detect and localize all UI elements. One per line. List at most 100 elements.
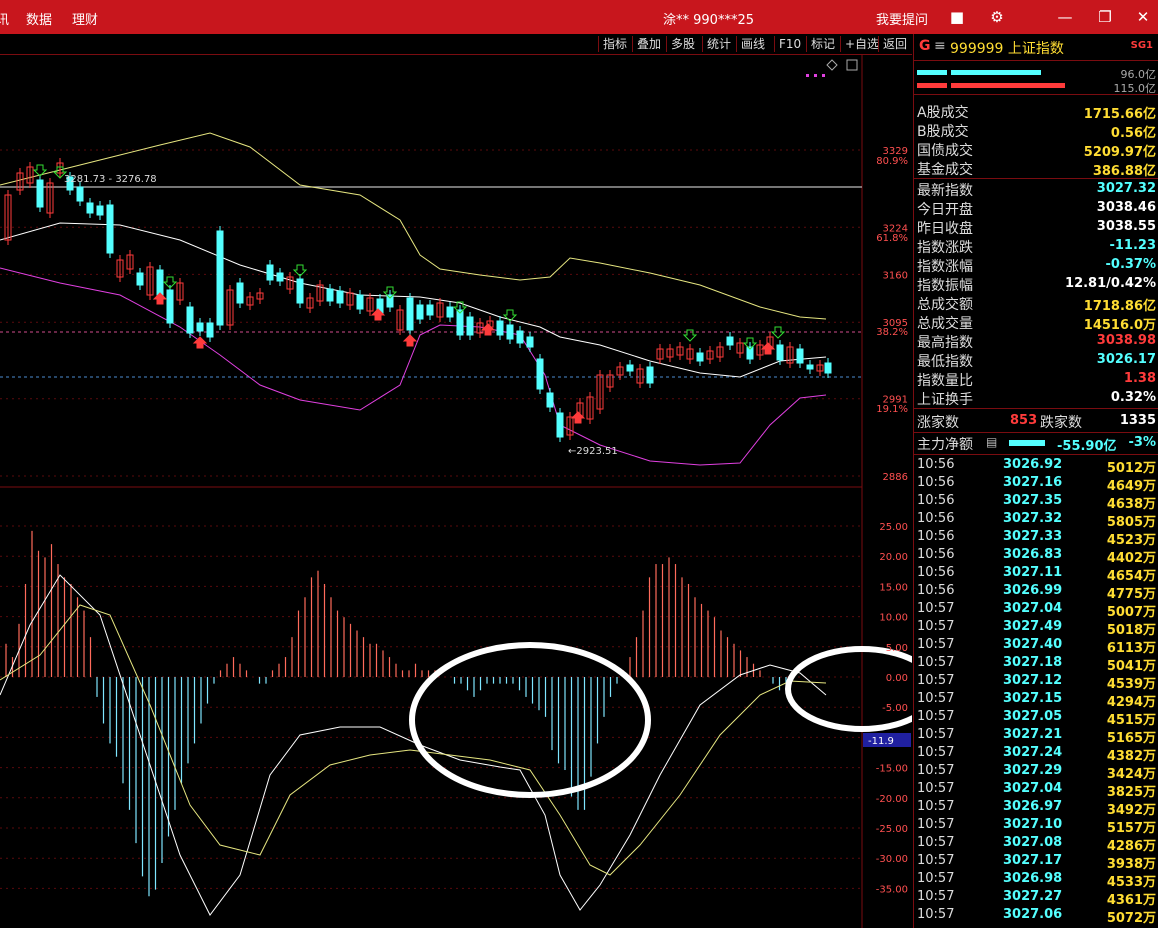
turnover-row-label: 基金成交 xyxy=(917,162,973,178)
tick-time: 10:56 xyxy=(917,583,955,598)
tick-row: 10:57 3027.17 3938万 xyxy=(914,853,1158,872)
tick-time: 10:57 xyxy=(917,853,955,868)
tick-time: 10:57 xyxy=(917,601,955,616)
quote-row: 总成交量 14516.0万 xyxy=(914,313,1158,333)
macd-axis-label: 5.00 xyxy=(886,643,908,654)
chart-area[interactable]: 3329 3224 3160 3095 2991 2886 80.9% 61.8% 38.2% 1… xyxy=(0,55,912,928)
tick-volume: 4533万 xyxy=(1106,875,1156,890)
candle xyxy=(166,289,174,324)
tick-price: 3027.04 xyxy=(1003,601,1063,616)
restore-icon[interactable]: ❐ xyxy=(1094,6,1116,28)
help-link[interactable]: 我要提问 xyxy=(876,9,928,28)
tick-row: 10:57 3027.15 4294万 xyxy=(914,691,1158,710)
tick-volume: 5157万 xyxy=(1106,821,1156,836)
quote-row-value: 1.38 xyxy=(1123,371,1156,386)
candle xyxy=(36,179,44,208)
candle xyxy=(506,324,514,340)
quote-row-label: 最高指数 xyxy=(917,335,973,351)
quote-row-value: 14516.0万 xyxy=(1083,318,1156,333)
add-watchlist-button[interactable]: +自选 xyxy=(840,36,883,52)
low-annotation: ←2923.51 xyxy=(568,446,618,457)
candle xyxy=(696,352,704,362)
candle xyxy=(536,358,544,390)
tick-volume: 5041万 xyxy=(1106,659,1156,674)
statistics-button[interactable]: 统计 xyxy=(702,36,735,52)
tick-price: 3027.08 xyxy=(1003,835,1063,850)
overlay-button[interactable]: 叠加 xyxy=(632,36,665,52)
tick-row: 10:57 3027.04 5007万 xyxy=(914,601,1158,620)
quote-row-value: 3027.32 xyxy=(1096,181,1156,196)
main-flow-label: 主力净额 xyxy=(917,437,973,453)
tick-price: 3027.21 xyxy=(1003,727,1063,742)
chart-toolbar: 指标 叠加 多股 统计 画线 F10 标记 +自选 返回 xyxy=(0,34,912,55)
tick-volume: 4402万 xyxy=(1106,551,1156,566)
tick-price: 3027.35 xyxy=(1003,493,1063,508)
kline-chart[interactable]: 33293224316030952991288680.9%61.8%38.2%1… xyxy=(0,55,912,928)
price-axis-label: 2886 xyxy=(883,472,908,483)
tick-price: 3027.18 xyxy=(1003,655,1063,670)
tick-price: 3026.83 xyxy=(1003,547,1063,562)
turnover-row: B股成交 0.56亿 xyxy=(914,121,1158,141)
tick-price: 3027.15 xyxy=(1003,691,1063,706)
mark-button[interactable]: 标记 xyxy=(806,36,839,52)
quote-row-label: 指数量比 xyxy=(917,373,973,389)
buy-signal-icon xyxy=(152,292,168,305)
buy-sell-bars: 96.0亿 115.0亿 xyxy=(914,64,1158,95)
macd-axis-label: -15.00 xyxy=(876,764,908,775)
tick-time: 10:57 xyxy=(917,871,955,886)
minimize-icon[interactable]: — xyxy=(1054,6,1076,28)
buy-bar-a xyxy=(917,70,947,75)
tick-volume: 4649万 xyxy=(1106,479,1156,494)
up-count-label: 涨家数 xyxy=(917,415,959,431)
buy-bar-b xyxy=(951,70,1041,75)
macd-axis-label: -35.00 xyxy=(876,884,908,895)
draw-line-button[interactable]: 画线 xyxy=(736,36,769,52)
tick-row: 10:56 3027.16 4649万 xyxy=(914,475,1158,494)
macd-current-value: -11.9 xyxy=(868,736,894,747)
turnover-row-value: 5209.97亿 xyxy=(1083,145,1156,160)
quote-row-label: 总成交额 xyxy=(917,297,973,313)
tick-volume: 4638万 xyxy=(1106,497,1156,512)
macd-axis-label: 25.00 xyxy=(879,522,908,533)
fib-pct-label: 38.2% xyxy=(876,327,908,338)
menu-icon[interactable]: ≡ xyxy=(934,38,946,54)
quote-row: 指数涨跌 -11.23 xyxy=(914,237,1158,256)
tick-price: 3026.97 xyxy=(1003,799,1063,814)
tick-volume: 5072万 xyxy=(1106,911,1156,926)
menu-item-data[interactable]: 数据 xyxy=(26,9,52,28)
gear-icon[interactable]: ⚙ xyxy=(986,6,1008,28)
candle xyxy=(406,297,414,331)
main-flow-pct: -3% xyxy=(1128,435,1156,450)
tick-time: 10:57 xyxy=(917,835,955,850)
close-icon[interactable]: ✕ xyxy=(1132,6,1154,28)
quote-row-value: -0.37% xyxy=(1105,257,1157,272)
back-button[interactable]: 返回 xyxy=(878,36,911,52)
quote-row-label: 今日开盘 xyxy=(917,202,973,218)
menu-item-info[interactable]: 讯 xyxy=(0,9,9,28)
candle xyxy=(156,269,164,296)
f10-button[interactable]: F10 xyxy=(774,36,805,52)
macd-axis-label: -20.00 xyxy=(876,794,908,805)
menu-item-finance[interactable]: 理财 xyxy=(72,9,98,28)
tick-volume: 3938万 xyxy=(1106,857,1156,872)
candle xyxy=(456,309,464,336)
tick-row: 10:57 3027.12 4539万 xyxy=(914,673,1158,692)
candle xyxy=(824,362,832,374)
candle xyxy=(806,364,814,370)
tick-row: 10:56 3026.83 4402万 xyxy=(914,547,1158,566)
buy-signal-icon xyxy=(570,411,586,424)
panel-header: G ≡ 999999 上证指数 SG1 xyxy=(914,34,1158,61)
turnover-row-label: 国债成交 xyxy=(917,143,973,159)
macd-axis-label: -30.00 xyxy=(876,854,908,865)
tick-row: 10:57 3027.29 3424万 xyxy=(914,763,1158,782)
cube-icon[interactable]: ■ xyxy=(946,6,968,28)
price-axis-label: 3160 xyxy=(883,270,908,281)
quote-row-label: 指数振幅 xyxy=(917,278,973,294)
candle xyxy=(556,412,564,438)
list-icon[interactable]: ▤ xyxy=(986,435,997,449)
turnover-row: A股成交 1715.66亿 xyxy=(914,102,1158,122)
multi-stock-button[interactable]: 多股 xyxy=(666,36,699,52)
indicator-button[interactable]: 指标 xyxy=(598,36,631,52)
fib-pct-label: 61.8% xyxy=(876,233,908,244)
tick-row: 10:57 3027.10 5157万 xyxy=(914,817,1158,836)
